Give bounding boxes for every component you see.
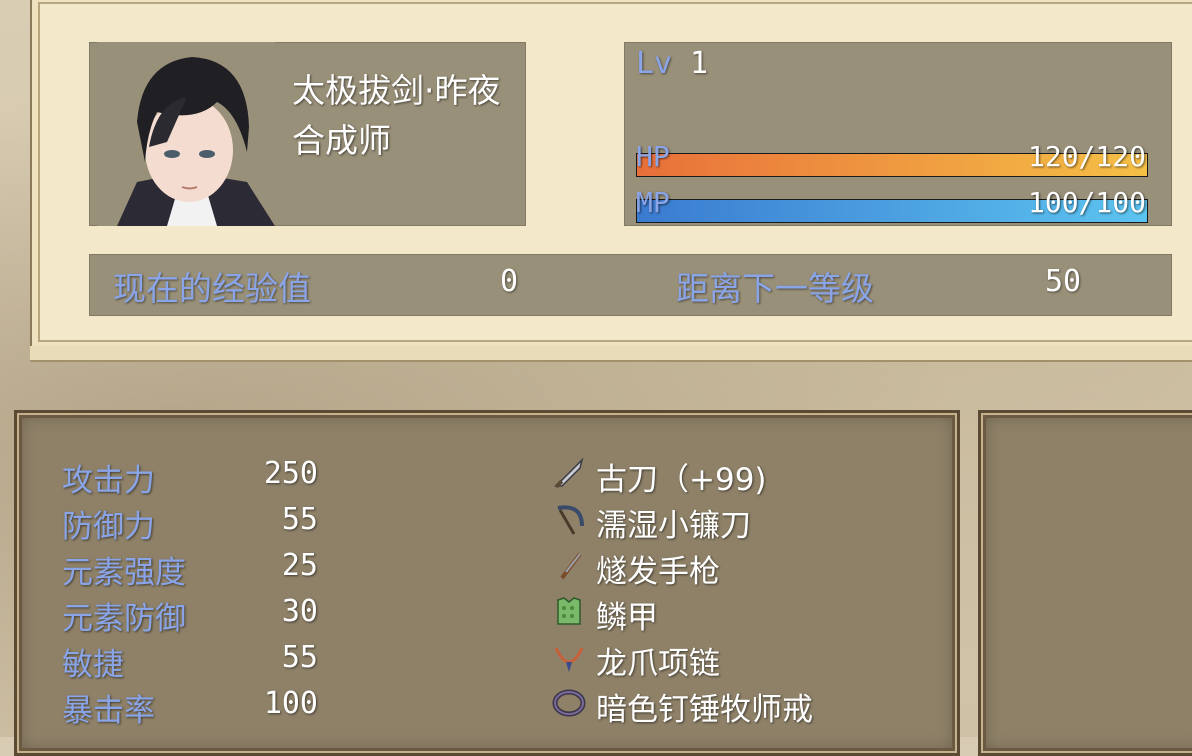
ring-icon (552, 689, 586, 717)
current-exp-label: 现在的经验值 (113, 269, 311, 308)
sickle-icon (557, 505, 584, 535)
next-level-exp-label: 距离下一等级 (676, 269, 874, 308)
param-label: 防御力 (62, 509, 155, 545)
equip-name: 古刀（+99) (596, 462, 767, 498)
dagger-icon (554, 457, 584, 489)
scale-armor-icon (557, 597, 581, 625)
hp-value: 120/120 (1027, 140, 1146, 173)
mp-label: MP (636, 186, 670, 219)
current-exp-value: 0 (500, 264, 519, 299)
hp-label: HP (636, 140, 670, 173)
level-label: Lv (636, 46, 673, 81)
param-value: 55 (281, 502, 318, 537)
param-label: 攻击力 (62, 463, 155, 499)
param-label: 元素防御 (62, 601, 186, 637)
level-value: 1 (690, 46, 709, 81)
param-label: 暴击率 (62, 693, 155, 729)
next-level-exp-value: 50 (1045, 264, 1082, 299)
param-value: 25 (281, 548, 318, 583)
equip-name: 鳞甲 (596, 600, 658, 636)
equip-name: 濡湿小镰刀 (596, 508, 751, 544)
param-value: 100 (263, 686, 318, 721)
equip-name: 龙爪项链 (596, 646, 720, 682)
side-window (978, 410, 1192, 756)
equip-name: 暗色钉锤牧师戒 (596, 692, 813, 728)
pistol-icon (560, 552, 582, 580)
param-value: 55 (281, 640, 318, 675)
mp-value: 100/100 (1027, 186, 1146, 219)
status-panel-edge (30, 346, 1192, 362)
equip-name: 燧发手枪 (596, 554, 720, 590)
param-label: 元素强度 (62, 555, 186, 591)
actor-portrait (97, 42, 275, 226)
param-label: 敏捷 (62, 647, 124, 683)
actor-name: 太极拔剑·昨夜 (292, 71, 501, 110)
param-value: 250 (263, 456, 318, 491)
param-value: 30 (281, 594, 318, 629)
necklace-icon (554, 647, 584, 672)
actor-class: 合成师 (292, 121, 391, 160)
